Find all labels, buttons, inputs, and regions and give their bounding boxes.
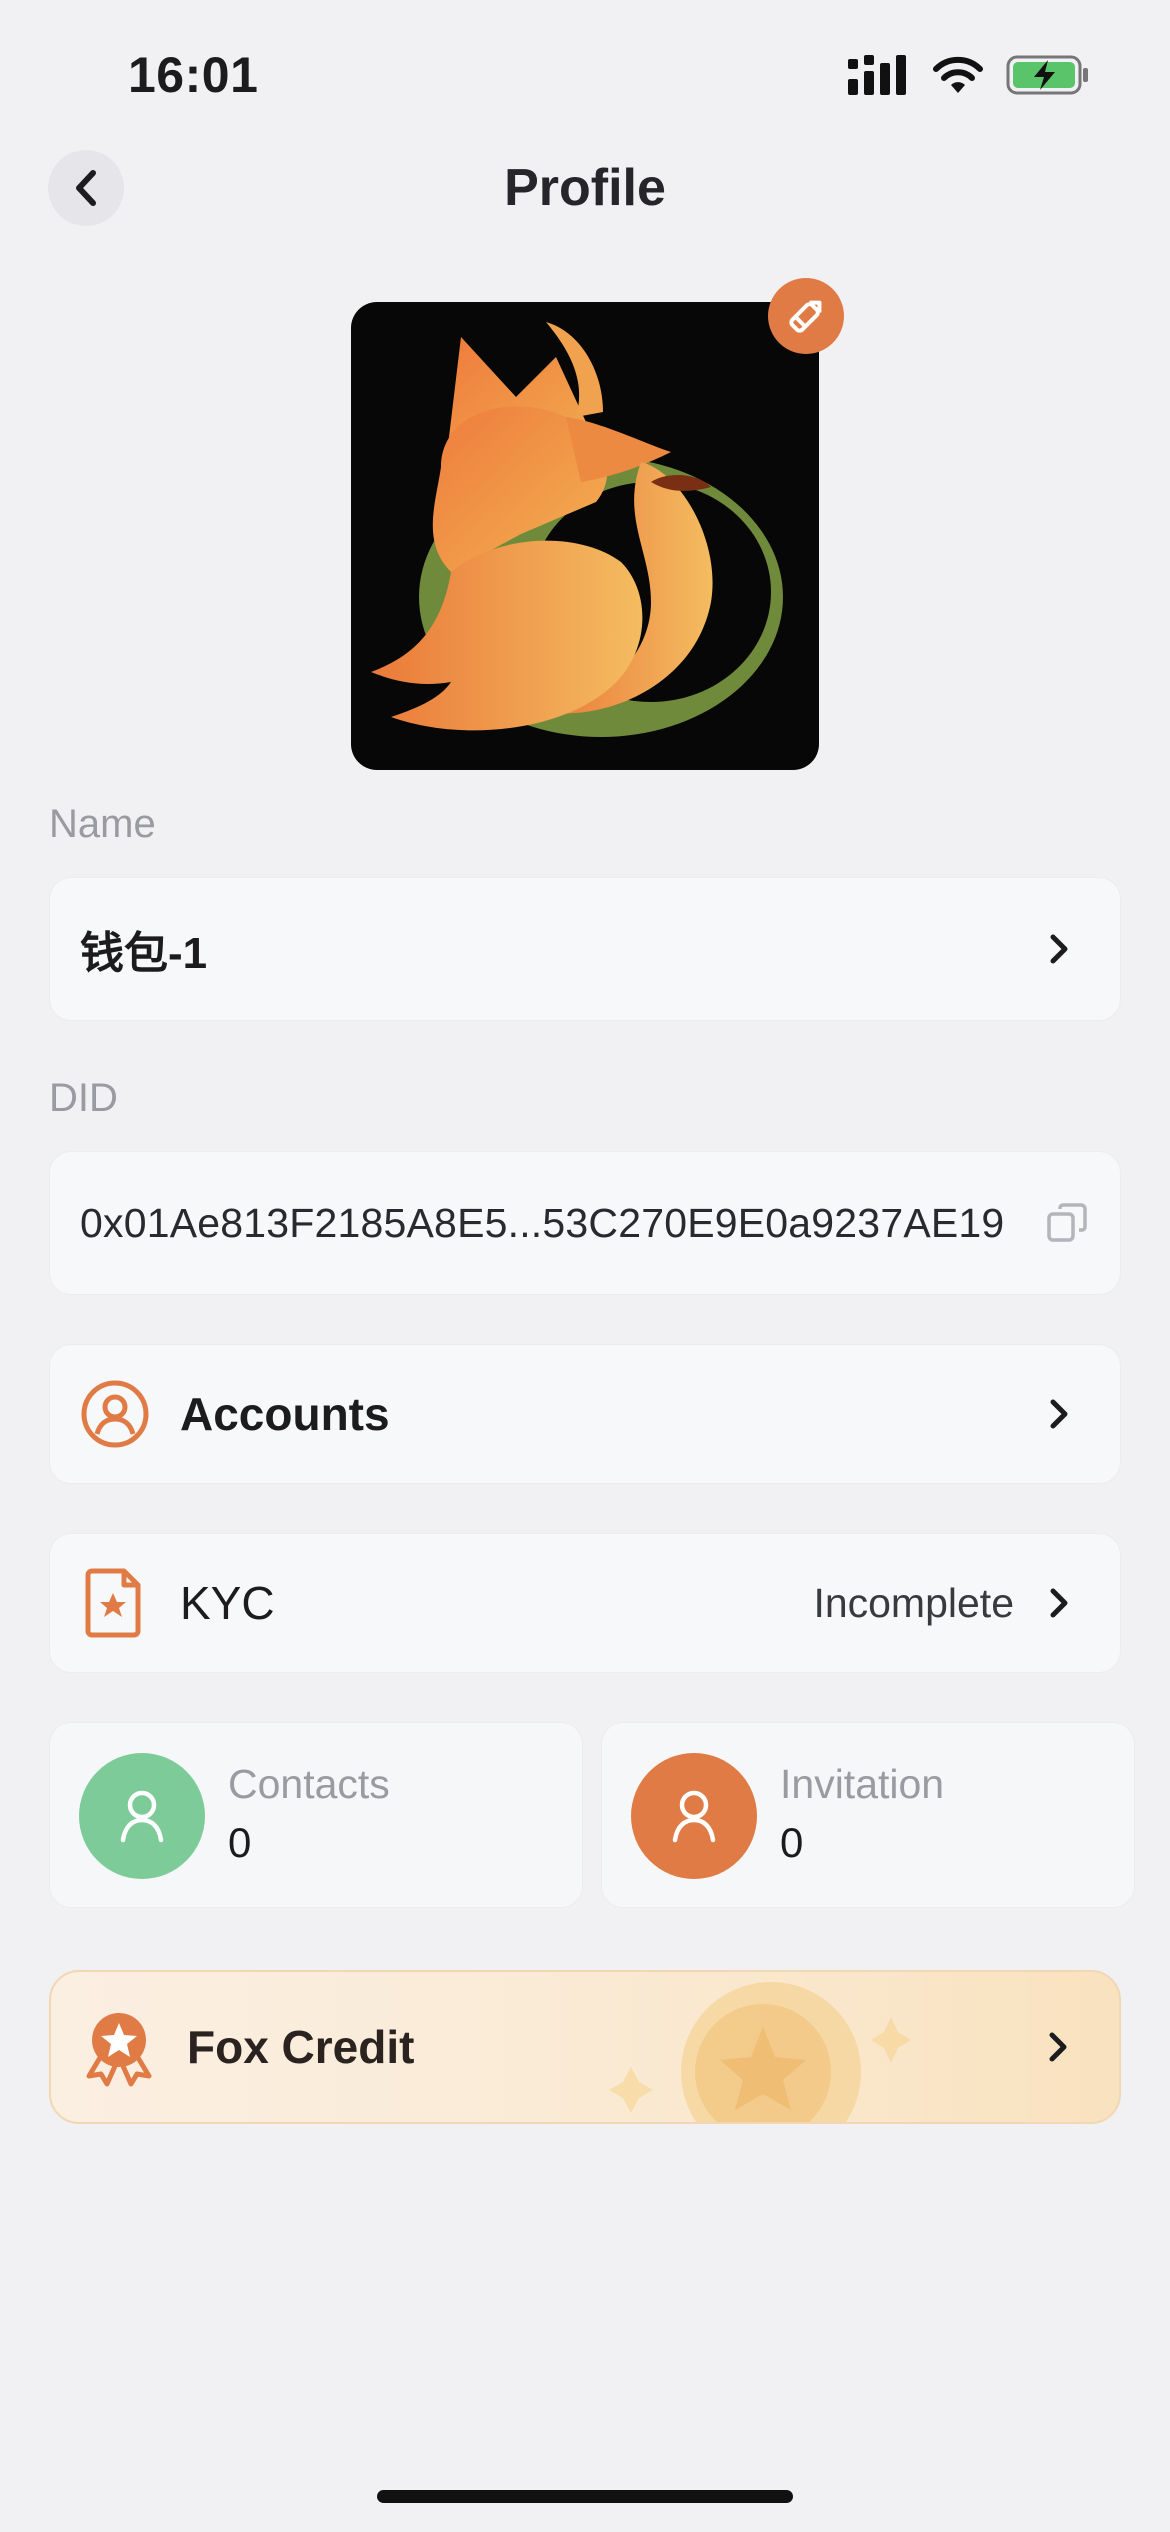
status-icons: [848, 52, 1090, 98]
invitation-avatar: [631, 1753, 757, 1879]
accounts-label: Accounts: [180, 1388, 390, 1440]
invitation-card[interactable]: Invitation 0: [601, 1722, 1135, 1908]
contacts-avatar: [79, 1753, 205, 1879]
coin-decoration: [609, 1982, 911, 2122]
chevron-right-icon: [1050, 934, 1068, 964]
pencil-icon: [789, 300, 822, 333]
document-star-icon: [85, 1568, 141, 1638]
did-label: DID: [49, 1076, 118, 1120]
fox-credit-banner[interactable]: Fox Credit: [49, 1970, 1121, 2124]
cellular-signal-icon: [848, 55, 906, 95]
chevron-right-icon: [1050, 1588, 1068, 1618]
invitation-count: 0: [780, 1819, 804, 1866]
contacts-count: 0: [228, 1819, 252, 1866]
chevron-right-icon: [1049, 2032, 1067, 2062]
fox-credit-label: Fox Credit: [187, 2021, 415, 2073]
home-indicator: [377, 2490, 793, 2503]
profile-screen: 16:01 Profile Name 钱包-1 DID 0x01Ae813F21…: [0, 0, 1170, 2532]
battery-charging-icon: [1006, 55, 1088, 95]
invitation-label: Invitation: [780, 1761, 945, 1807]
accounts-row[interactable]: Accounts: [49, 1344, 1121, 1484]
user-circle-icon: [81, 1380, 149, 1448]
status-time: 16:01: [128, 47, 259, 103]
avatar[interactable]: [351, 302, 819, 770]
chevron-right-icon: [1050, 1399, 1068, 1429]
kyc-status: Incomplete: [813, 1579, 1014, 1626]
name-value: 钱包-1: [80, 929, 208, 978]
kyc-label: KYC: [180, 1577, 275, 1629]
status-bar: 16:01: [0, 0, 1170, 150]
name-row[interactable]: 钱包-1: [49, 877, 1121, 1021]
did-row: 0x01Ae813F2185A8E5...53C270E9E0a9237AE19: [49, 1151, 1121, 1295]
user-icon: [120, 1790, 164, 1843]
name-label: Name: [49, 802, 156, 846]
contacts-label: Contacts: [228, 1761, 390, 1807]
kyc-row[interactable]: KYC Incomplete: [49, 1533, 1121, 1673]
chevron-left-icon: [76, 170, 96, 206]
did-value: 0x01Ae813F2185A8E5...53C270E9E0a9237AE19: [80, 1199, 1005, 1246]
contacts-card[interactable]: Contacts 0: [49, 1722, 583, 1908]
wifi-icon: [933, 56, 983, 93]
copy-icon[interactable]: [1046, 1202, 1088, 1244]
avatar-edit-button[interactable]: [768, 278, 844, 354]
medal-icon: [86, 2013, 152, 2087]
fox-avatar-image: [371, 322, 783, 737]
page-title: Profile: [504, 159, 666, 217]
user-icon: [672, 1790, 716, 1843]
back-button[interactable]: [48, 150, 124, 226]
